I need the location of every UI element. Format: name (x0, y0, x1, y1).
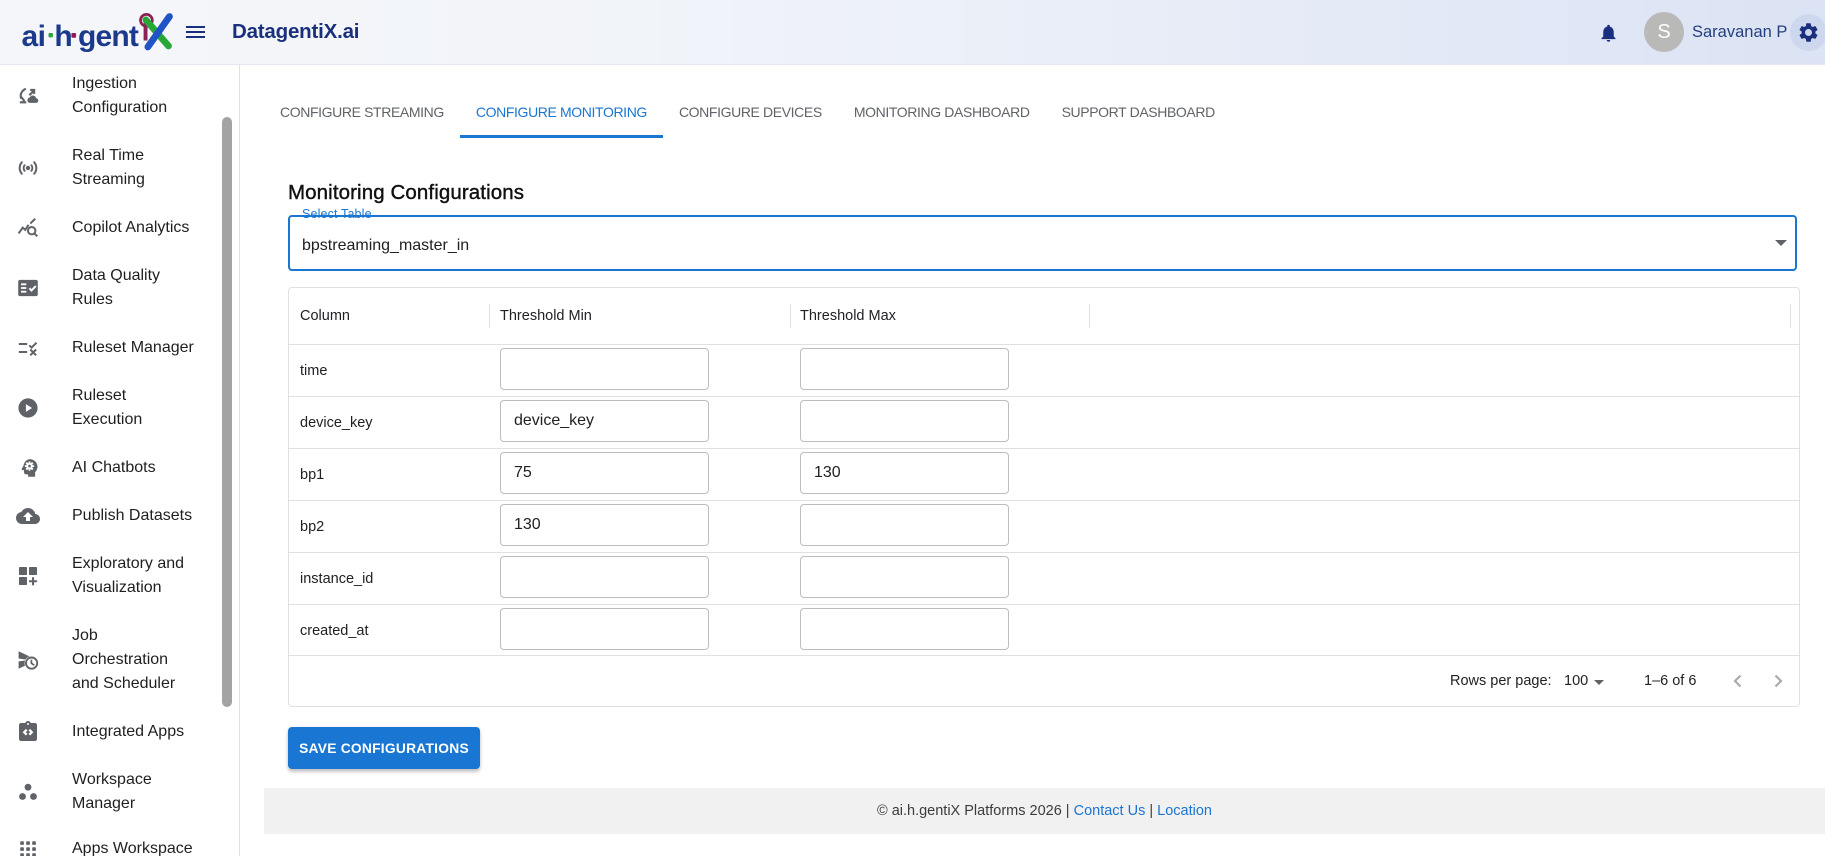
svg-text:ai: ai (22, 20, 46, 53)
svg-text:gent: gent (78, 20, 139, 53)
svg-text:h: h (54, 20, 72, 53)
